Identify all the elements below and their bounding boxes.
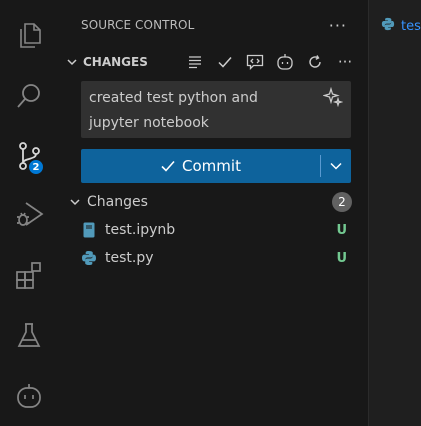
source-control-badge: 2 — [27, 158, 45, 176]
commit-button-group: Commit — [81, 149, 351, 183]
changes-actions: ··· — [184, 48, 356, 76]
changes-section-header[interactable]: CHANGES ··· — [57, 48, 368, 76]
run-debug-icon — [16, 202, 44, 226]
run-debug-button[interactable] — [0, 190, 57, 238]
notebook-icon — [81, 222, 97, 238]
file-name: test.ipynb — [105, 222, 176, 238]
editor-area: tes — [369, 0, 421, 426]
view-as-list-icon[interactable] — [184, 51, 206, 73]
commit-check-icon[interactable] — [214, 51, 236, 73]
beaker-icon — [17, 323, 40, 347]
explorer-button[interactable] — [0, 12, 57, 60]
commit-message-input[interactable]: created test python and jupyter notebook — [81, 81, 351, 138]
changes-group-label: Changes — [87, 194, 148, 210]
python-icon — [81, 250, 97, 266]
source-control-panel: SOURCE CONTROL ··· CHANGES ··· created t… — [57, 0, 368, 426]
file-name: test.py — [105, 250, 154, 266]
file-item-test-py[interactable]: test.py U — [57, 245, 368, 271]
activity-bar: 2 — [0, 0, 57, 426]
extensions-icon — [15, 262, 41, 289]
chevron-down-icon — [330, 162, 342, 170]
file-status-untracked: U — [336, 222, 347, 238]
search-button[interactable] — [0, 72, 57, 120]
refresh-icon[interactable] — [304, 51, 326, 73]
changes-count-badge: 2 — [332, 192, 352, 212]
source-control-button[interactable]: 2 — [0, 132, 57, 180]
search-icon — [16, 84, 40, 108]
changes-group[interactable]: Changes 2 — [57, 190, 368, 214]
testing-button[interactable] — [0, 311, 57, 359]
view-title: SOURCE CONTROL — [81, 18, 195, 32]
changes-section-title: CHANGES — [83, 55, 148, 69]
commit-button[interactable]: Commit — [81, 149, 320, 183]
copilot-robot-icon[interactable] — [274, 51, 296, 73]
generate-message-icon[interactable] — [244, 51, 266, 73]
editor-tab-label: tes — [401, 18, 421, 34]
commit-dropdown-button[interactable] — [321, 149, 351, 183]
chevron-down-icon — [67, 196, 83, 208]
extensions-button[interactable] — [0, 251, 57, 299]
commit-message-text: created test python and jupyter notebook — [89, 90, 258, 131]
editor-tab[interactable]: tes — [369, 0, 421, 52]
chevron-down-icon — [61, 56, 83, 68]
file-item-test-ipynb[interactable]: test.ipynb U — [57, 217, 368, 243]
sparkle-icon[interactable] — [322, 86, 344, 116]
copilot-button[interactable] — [0, 372, 57, 420]
more-actions-icon[interactable]: ··· — [329, 16, 347, 35]
file-status-untracked: U — [336, 250, 347, 266]
more-icon[interactable]: ··· — [334, 51, 356, 73]
files-icon — [19, 23, 41, 48]
robot-icon — [16, 384, 41, 408]
python-icon — [381, 17, 395, 35]
commit-button-label: Commit — [182, 157, 241, 175]
check-icon — [161, 160, 175, 172]
